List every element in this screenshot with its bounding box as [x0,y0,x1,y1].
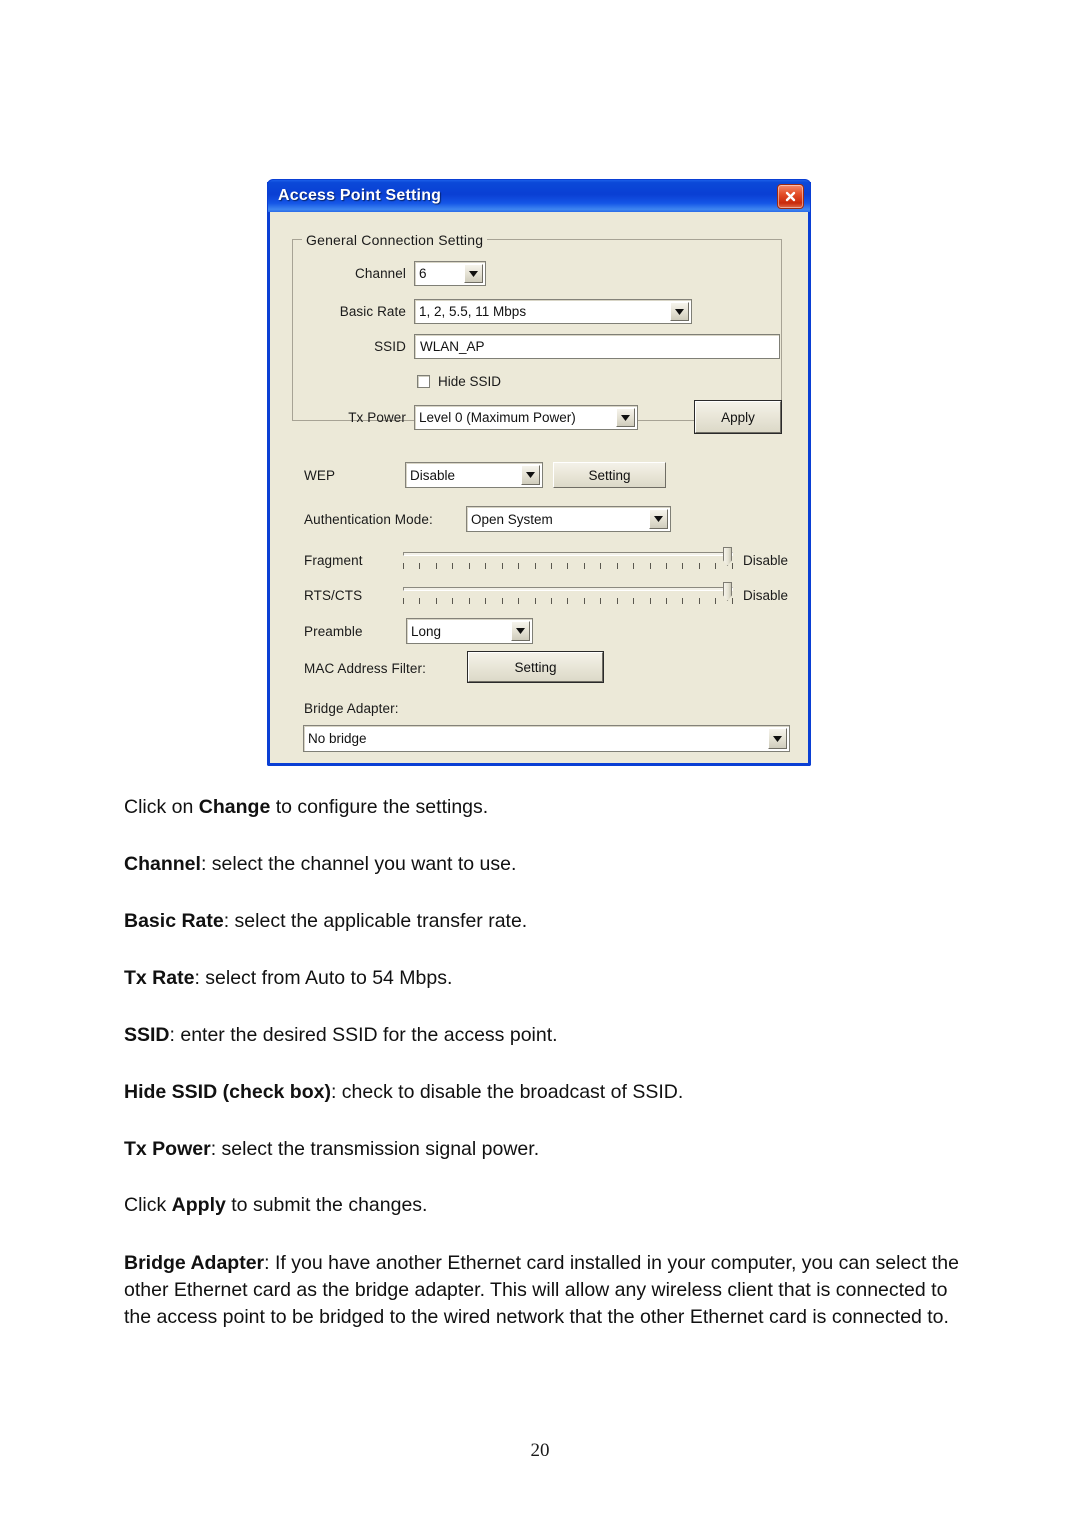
mac-address-filter-setting-button[interactable]: Setting [467,651,604,683]
instruction-bridge-adapter: Bridge Adapter: If you have another Ethe… [124,1252,959,1329]
instruction-basic-rate: Basic Rate: select the applicable transf… [124,909,528,932]
channel-select[interactable]: 6 [414,261,486,286]
dialog-titlebar[interactable]: Access Point Setting [267,179,811,212]
chevron-down-icon[interactable] [511,621,530,641]
dialog-body: General Connection Setting Channel 6 Bas… [270,212,808,763]
basic-rate-select[interactable]: 1, 2, 5.5, 11 Mbps [414,299,692,324]
chevron-down-icon[interactable] [464,264,483,283]
authentication-mode-value: Open System [471,511,553,527]
rts-cts-slider-track[interactable] [403,587,733,591]
chevron-down-icon[interactable] [670,302,689,321]
instruction-ssid: SSID: enter the desired SSID for the acc… [124,1023,558,1046]
channel-label: Channel [355,266,406,281]
wep-label: WEP [304,468,336,483]
ssid-label: SSID [374,339,406,354]
tx-power-value: Level 0 (Maximum Power) [419,410,576,425]
fragment-slider[interactable] [403,547,733,577]
access-point-setting-dialog: Access Point Setting General Connection … [267,179,811,766]
authentication-mode-label: Authentication Mode: [304,512,433,527]
instruction-change: Click on Change to configure the setting… [124,796,489,818]
hide-ssid-label: Hide SSID [438,374,502,389]
hide-ssid-checkbox[interactable] [417,375,430,388]
instruction-hide-ssid: Hide SSID (check box): check to disable … [124,1080,684,1103]
instruction-tx-rate: Tx Rate: select from Auto to 54 Mbps. [124,966,453,989]
rts-cts-slider-ticks [403,598,733,604]
page-number: 20 [530,1440,550,1461]
tx-power-select[interactable]: Level 0 (Maximum Power) [414,405,638,430]
bridge-adapter-select[interactable]: No bridge [303,725,790,752]
general-connection-setting-legend: General Connection Setting [302,232,488,248]
preamble-value: Long [411,623,442,639]
hide-ssid-checkbox-row[interactable]: Hide SSID [417,374,501,389]
bridge-adapter-label: Bridge Adapter: [304,701,399,716]
chevron-down-icon[interactable] [649,509,668,529]
preamble-label: Preamble [304,624,363,639]
authentication-mode-select[interactable]: Open System [466,506,671,532]
instructions-text: Click on Change to configure the setting… [124,795,964,1331]
dialog-title: Access Point Setting [278,187,442,204]
close-icon[interactable] [777,184,804,209]
basic-rate-value: 1, 2, 5.5, 11 Mbps [419,304,527,319]
channel-value: 6 [419,266,427,281]
instruction-channel: Channel: select the channel you want to … [124,852,517,875]
instruction-apply: Click Apply to submit the changes. [124,1194,428,1217]
wep-setting-button[interactable]: Setting [553,462,666,488]
ssid-input[interactable]: WLAN_AP [414,334,780,359]
rts-cts-slider[interactable] [403,582,733,612]
fragment-slider-track[interactable] [403,552,733,556]
fragment-label: Fragment [304,553,363,568]
ssid-value: WLAN_AP [420,339,485,354]
bridge-adapter-value: No bridge [308,731,367,746]
rts-cts-state-label: Disable [743,588,789,603]
chevron-down-icon[interactable] [768,728,787,749]
wep-value: Disable [410,467,456,483]
chevron-down-icon[interactable] [521,465,540,485]
basic-rate-label: Basic Rate [339,304,406,319]
wep-select[interactable]: Disable [405,462,543,488]
rts-cts-label: RTS/CTS [304,588,363,603]
fragment-slider-ticks [403,563,733,569]
chevron-down-icon[interactable] [616,408,635,427]
fragment-state-label: Disable [743,553,789,568]
preamble-select[interactable]: Long [406,618,533,644]
instruction-tx-power: Tx Power: select the transmission signal… [124,1137,540,1160]
apply-button[interactable]: Apply [694,400,782,434]
mac-address-filter-label: MAC Address Filter: [304,661,426,676]
tx-power-label: Tx Power [348,410,406,425]
